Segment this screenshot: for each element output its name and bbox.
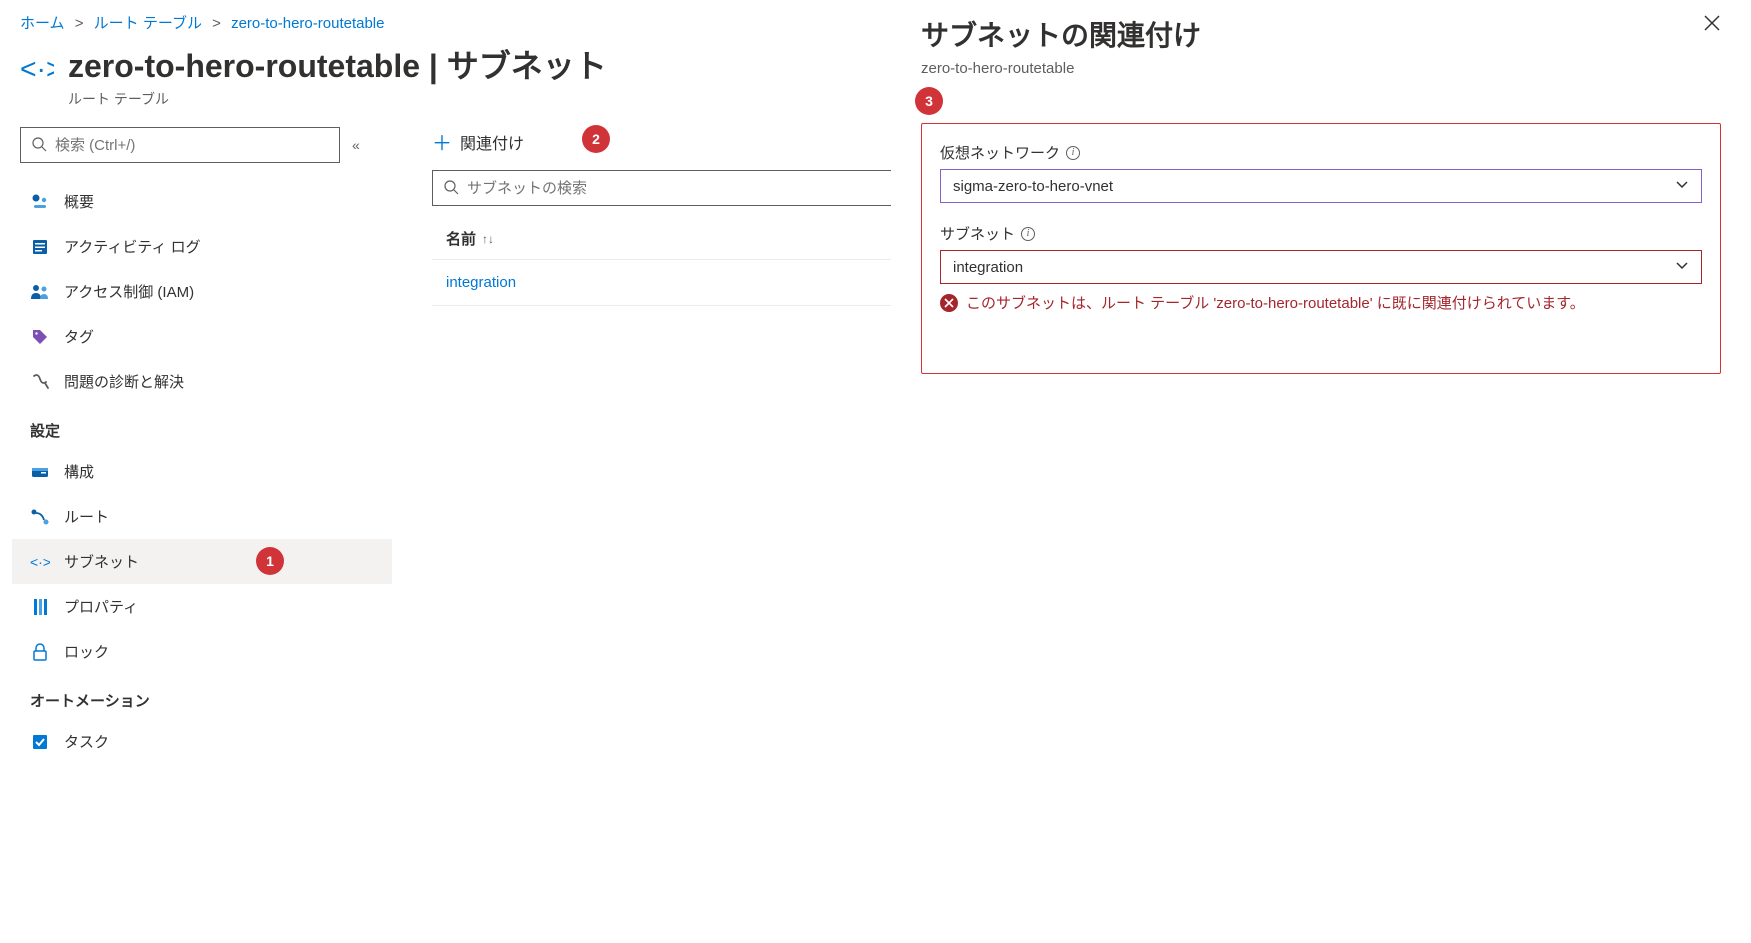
info-icon[interactable]: i — [1021, 227, 1035, 241]
callout-badge-2: 2 — [582, 125, 610, 153]
overview-icon — [30, 192, 50, 212]
error-icon — [940, 294, 958, 312]
routetable-icon: <·> — [20, 53, 54, 90]
nav-label: タスク — [64, 731, 109, 752]
nav-overview[interactable]: 概要 — [12, 179, 392, 224]
vnet-label: 仮想ネットワーク i — [940, 142, 1702, 163]
tag-icon — [30, 327, 50, 347]
nav-label: 構成 — [64, 461, 94, 482]
nav-lock[interactable]: ロック — [12, 629, 392, 674]
sidebar: « 概要 アクティビティ ログ アクセス制御 (IAM) タグ 問題の診断と解決… — [12, 127, 392, 764]
form-box: 仮想ネットワーク i sigma-zero-to-hero-vnet サブネット… — [921, 123, 1721, 374]
nav-properties[interactable]: プロパティ — [12, 584, 392, 629]
callout-badge-3: 3 — [915, 87, 943, 115]
nav-iam[interactable]: アクセス制御 (IAM) — [12, 269, 392, 314]
chevron-down-icon — [1675, 260, 1689, 274]
breadcrumb-home[interactable]: ホーム — [20, 15, 65, 32]
error-text: このサブネットは、ルート テーブル 'zero-to-hero-routetab… — [966, 292, 1585, 313]
diagnose-icon — [30, 372, 50, 392]
page-title: zero-to-hero-routetable | サブネット — [68, 41, 607, 87]
nav-section-automation: オートメーション — [12, 674, 392, 719]
nav-tasks[interactable]: タスク — [12, 719, 392, 764]
nav-activity-log[interactable]: アクティビティ ログ — [12, 224, 392, 269]
routes-icon — [30, 507, 50, 527]
nav-configuration[interactable]: 構成 — [12, 449, 392, 494]
vnet-select[interactable]: sigma-zero-to-hero-vnet — [940, 169, 1702, 203]
breadcrumb-current[interactable]: zero-to-hero-routetable — [231, 15, 384, 32]
subnet-select[interactable]: integration — [940, 250, 1702, 284]
nav-label: 問題の診断と解決 — [64, 371, 184, 392]
chevron-down-icon — [1675, 179, 1689, 193]
search-icon — [443, 179, 459, 198]
collapse-sidebar-button[interactable]: « — [352, 137, 360, 153]
subnet-label-text: サブネット — [940, 223, 1015, 244]
configuration-icon — [30, 462, 50, 482]
properties-icon — [30, 597, 50, 617]
close-panel-button[interactable] — [1703, 14, 1721, 38]
iam-icon — [30, 282, 50, 302]
tasks-icon — [30, 732, 50, 752]
sort-icon: ↑↓ — [482, 232, 494, 246]
associate-label: 関連付け — [460, 130, 524, 154]
error-message: このサブネットは、ルート テーブル 'zero-to-hero-routetab… — [940, 292, 1702, 313]
sidebar-search-input[interactable] — [55, 137, 329, 154]
nav-label: タグ — [64, 326, 94, 347]
nav-section-settings: 設定 — [12, 404, 392, 449]
lock-icon — [30, 642, 50, 662]
subnet-label: サブネット i — [940, 223, 1702, 244]
col-name-label: 名前 — [446, 228, 476, 249]
nav-label: ルート — [64, 506, 109, 527]
breadcrumb-route-tables[interactable]: ルート テーブル — [94, 15, 202, 32]
activity-log-icon — [30, 237, 50, 257]
vnet-label-text: 仮想ネットワーク — [940, 142, 1060, 163]
search-icon — [31, 136, 47, 155]
callout-badge-1: 1 — [256, 547, 284, 575]
nav-label: アクセス制御 (IAM) — [64, 281, 194, 302]
subnet-value: integration — [953, 259, 1023, 276]
nav-label: サブネット — [64, 551, 139, 572]
associate-button[interactable]: ＋ 関連付け — [432, 127, 524, 156]
page-subtitle: ルート テーブル — [68, 89, 607, 109]
breadcrumb-sep: > — [75, 15, 84, 32]
info-icon[interactable]: i — [1066, 146, 1080, 160]
nav-routes[interactable]: ルート — [12, 494, 392, 539]
sidebar-search[interactable] — [20, 127, 340, 163]
nav-diagnose[interactable]: 問題の診断と解決 — [12, 359, 392, 404]
nav-tags[interactable]: タグ — [12, 314, 392, 359]
plus-icon: ＋ — [432, 127, 452, 156]
svg-text:<·>: <·> — [30, 555, 50, 569]
nav-label: 概要 — [64, 191, 94, 212]
nav-label: アクティビティ ログ — [64, 236, 201, 257]
subnets-icon: <·> — [30, 552, 50, 572]
panel-title: サブネットの関連付け — [921, 14, 1201, 54]
nav-label: プロパティ — [64, 596, 138, 617]
vnet-value: sigma-zero-to-hero-vnet — [953, 178, 1113, 195]
nav-subnets[interactable]: <·> サブネット 1 — [12, 539, 392, 584]
panel-subtitle: zero-to-hero-routetable — [921, 60, 1201, 77]
svg-text:<·>: <·> — [20, 54, 54, 86]
breadcrumb-sep: > — [212, 15, 221, 32]
associate-subnet-panel: サブネットの関連付け zero-to-hero-routetable 3 仮想ネ… — [891, 0, 1751, 943]
nav-label: ロック — [64, 641, 109, 662]
